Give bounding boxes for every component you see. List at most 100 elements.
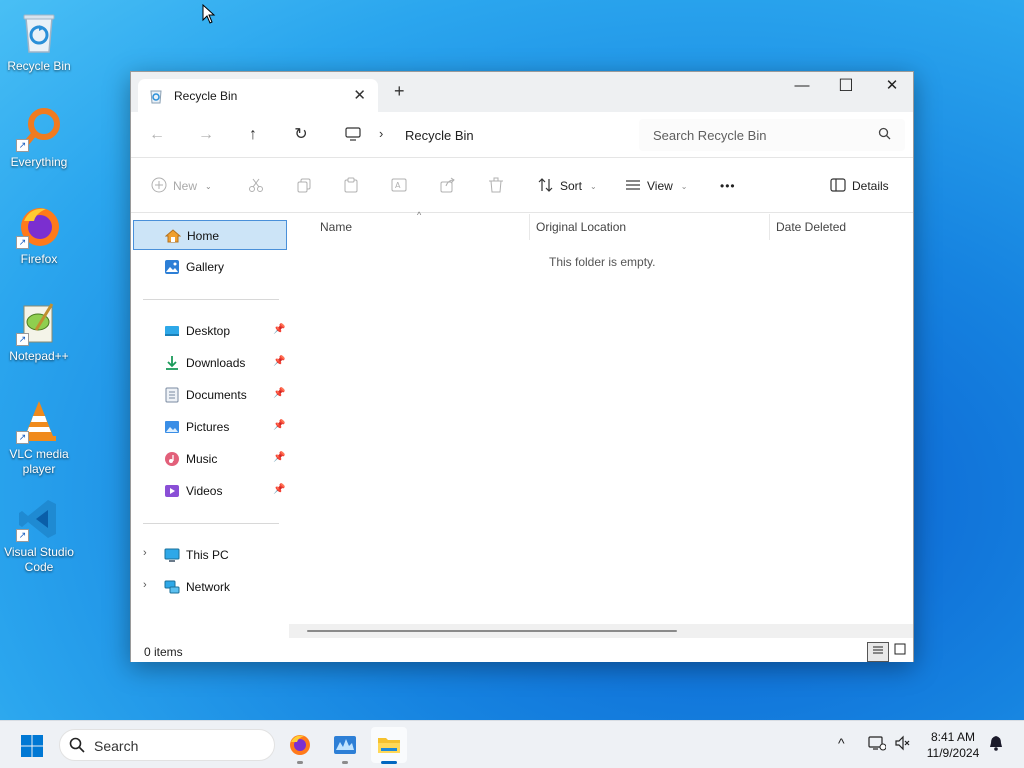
pin-icon[interactable]: 📌 [273, 420, 285, 431]
sidebar-item-downloads[interactable]: Downloads 📌 [133, 348, 287, 378]
pin-icon[interactable]: 📌 [273, 484, 285, 495]
recycle-bin-icon [149, 88, 163, 107]
desktop-icon-label: Firefox [20, 252, 58, 266]
pin-icon[interactable]: 📌 [273, 324, 285, 335]
refresh-button[interactable]: ↻ [289, 124, 313, 146]
sidebar-item-home[interactable]: Home [133, 220, 287, 250]
pin-icon[interactable]: 📌 [273, 388, 285, 399]
sidebar-item-network[interactable]: › Network [133, 572, 287, 602]
copy-button[interactable] [296, 176, 312, 196]
pin-icon[interactable]: 📌 [273, 452, 285, 463]
taskbar-search-box[interactable]: Search [59, 729, 275, 761]
tab-recycle-bin[interactable]: Recycle Bin ✕ [138, 79, 378, 112]
volume-muted-icon[interactable] [894, 735, 910, 754]
share-button[interactable] [440, 176, 456, 196]
expand-chevron-icon[interactable]: › [143, 579, 147, 591]
expand-chevron-icon[interactable]: › [143, 547, 147, 559]
address-bar[interactable]: › Recycle Bin [331, 119, 633, 151]
clock-date: 11/9/2024 [926, 746, 980, 760]
column-header-original-location[interactable]: Original Location [536, 220, 626, 234]
tab-title: Recycle Bin [174, 89, 238, 103]
desktop-icon-everything[interactable]: ↗ Everything [4, 106, 74, 170]
sort-button[interactable]: Sort ⌄ [538, 176, 597, 196]
taskbar-app-firefox[interactable] [282, 727, 318, 764]
view-button[interactable]: View ⌄ [625, 176, 688, 196]
tab-close-button[interactable]: ✕ [353, 86, 366, 104]
sort-label: Sort [560, 179, 583, 193]
large-icons-view-button[interactable] [889, 642, 911, 662]
copy-icon [296, 177, 312, 196]
pin-icon[interactable]: 📌 [273, 356, 285, 367]
breadcrumb-separator-icon[interactable]: › [379, 126, 383, 141]
column-header-name[interactable]: Name [320, 220, 352, 234]
scrollbar-thumb[interactable] [307, 630, 677, 632]
maximize-button[interactable]: ☐ [823, 72, 869, 102]
new-button[interactable]: New ⌄ [151, 176, 212, 196]
sidebar-item-label: Music [186, 452, 218, 466]
shortcut-arrow-icon: ↗ [16, 236, 29, 249]
back-button[interactable]: ← [145, 124, 169, 146]
sidebar-item-videos[interactable]: Videos 📌 [133, 476, 287, 506]
desktop-icon-notepad-plus-plus[interactable]: ↗ Notepad++ [4, 300, 74, 364]
sidebar-item-documents[interactable]: Documents 📌 [133, 380, 287, 410]
desktop-icon-vscode[interactable]: ↗ Visual Studio Code [4, 496, 74, 575]
system-clock[interactable]: 8:41 AM 11/9/2024 [920, 729, 986, 761]
chevron-down-icon: ⌄ [205, 181, 212, 191]
network-status-icon[interactable] [868, 735, 887, 754]
desktop-icon-label: Everything [10, 155, 68, 169]
column-header-date-deleted[interactable]: Date Deleted [776, 220, 846, 234]
more-options-button[interactable]: ••• [720, 176, 736, 196]
details-view-button[interactable] [867, 642, 889, 662]
sidebar-item-pictures[interactable]: Pictures 📌 [133, 412, 287, 442]
delete-button[interactable] [488, 176, 504, 196]
downloads-icon [164, 355, 180, 374]
share-icon [440, 177, 456, 196]
show-hidden-icons-button[interactable]: ^ [838, 735, 845, 751]
view-icon [625, 177, 641, 196]
desktop-icon-recycle-bin[interactable]: Recycle Bin [4, 10, 74, 74]
music-icon [164, 451, 180, 470]
taskbar-app-task-manager[interactable] [327, 727, 363, 764]
desktop-icon-vlc[interactable]: ↗ VLC media player [4, 398, 74, 477]
chevron-down-icon: ⌄ [680, 181, 688, 191]
close-button[interactable]: ✕ [869, 72, 915, 102]
item-count: 0 items [144, 645, 183, 659]
forward-button[interactable]: → [194, 124, 218, 146]
minimize-button[interactable]: — [779, 72, 825, 102]
details-pane-button[interactable]: Details [830, 176, 889, 196]
horizontal-scrollbar[interactable] [289, 624, 913, 638]
monitor-icon [345, 127, 361, 144]
search-box[interactable]: Search Recycle Bin [639, 119, 905, 151]
vlc-icon: ↗ [16, 398, 62, 444]
command-bar: New ⌄ A Sort ⌄ View ⌄ ••• Details [131, 158, 913, 213]
sidebar-item-music[interactable]: Music 📌 [133, 444, 287, 474]
paste-button[interactable] [343, 176, 359, 196]
search-icon [878, 127, 891, 143]
sort-icon [538, 177, 554, 196]
desktop-icon-label: Recycle Bin [7, 59, 71, 73]
rename-button[interactable]: A [391, 176, 407, 196]
new-label: New [173, 179, 198, 193]
breadcrumb-recycle-bin[interactable]: Recycle Bin [405, 128, 474, 143]
details-view-icon [872, 645, 884, 659]
gallery-icon [164, 259, 180, 278]
windows-logo-icon [21, 735, 43, 757]
taskmanager-icon [334, 736, 356, 754]
desktop-icon-firefox[interactable]: ↗ Firefox [4, 203, 74, 267]
sidebar-item-label: Gallery [186, 260, 225, 274]
cut-button[interactable] [248, 176, 264, 196]
new-tab-button[interactable]: + [394, 82, 405, 100]
everything-search-icon: ↗ [16, 106, 62, 152]
this-pc-icon [164, 547, 180, 566]
up-button[interactable]: ↑ [241, 124, 265, 146]
pictures-icon [164, 419, 180, 438]
notifications-bell-icon[interactable] [989, 735, 1003, 754]
column-divider[interactable] [769, 214, 770, 240]
sidebar-item-gallery[interactable]: Gallery [133, 252, 287, 282]
start-button[interactable] [20, 734, 44, 761]
taskbar-app-file-explorer[interactable] [371, 727, 407, 764]
sidebar-item-this-pc[interactable]: › This PC [133, 540, 287, 570]
column-divider[interactable] [529, 214, 530, 240]
sidebar-item-desktop[interactable]: Desktop 📌 [133, 316, 287, 346]
sidebar-item-label: Documents [186, 388, 247, 402]
